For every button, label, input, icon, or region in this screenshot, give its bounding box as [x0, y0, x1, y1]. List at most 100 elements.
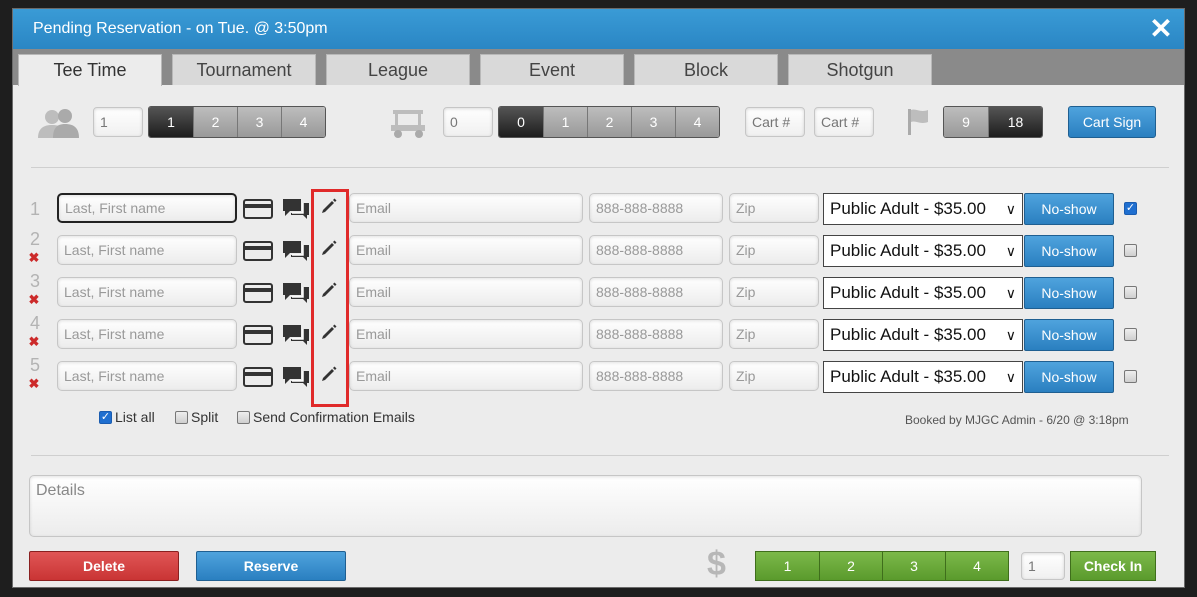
close-icon[interactable]: ✕ — [1146, 13, 1176, 45]
player-checkbox[interactable] — [1124, 328, 1137, 341]
edit-column-highlight — [311, 189, 349, 407]
players-1-button[interactable]: 1 — [149, 107, 193, 137]
tab-tournament[interactable]: Tournament — [172, 54, 316, 85]
split-option[interactable]: Split — [175, 409, 218, 425]
comments-icon[interactable] — [281, 239, 311, 263]
carts-4-button[interactable]: 4 — [675, 107, 719, 137]
split-checkbox[interactable] — [175, 410, 188, 424]
carts-1-button[interactable]: 1 — [543, 107, 587, 137]
player-name-input[interactable] — [57, 193, 237, 223]
player-name-input[interactable] — [57, 319, 237, 349]
tab-tee-time[interactable]: Tee Time — [18, 54, 162, 86]
phone-input[interactable] — [589, 277, 723, 307]
player-name-input[interactable] — [57, 235, 237, 265]
credit-card-icon[interactable] — [243, 367, 273, 387]
cart-sign-button[interactable]: Cart Sign — [1068, 106, 1156, 138]
send-emails-option[interactable]: Send Confirmation Emails — [237, 409, 415, 425]
phone-input[interactable] — [589, 319, 723, 349]
check-in-button[interactable]: Check In — [1070, 551, 1156, 581]
player-name-input[interactable] — [57, 277, 237, 307]
zip-input[interactable] — [729, 361, 819, 391]
dialog-title: Pending Reservation - on Tue. @ 3:50pm — [33, 20, 328, 37]
reserve-button[interactable]: Reserve — [196, 551, 346, 581]
tab-bar: Tee Time Tournament League Event Block S… — [13, 49, 1184, 86]
carts-0-button[interactable]: 0 — [499, 107, 543, 137]
dollar-icon: $ — [707, 545, 726, 583]
pay-3-button[interactable]: 3 — [882, 552, 945, 580]
no-show-button[interactable]: No-show — [1024, 361, 1114, 393]
players-2-button[interactable]: 2 — [193, 107, 237, 137]
email-input[interactable] — [349, 361, 583, 391]
holes-9-button[interactable]: 9 — [944, 107, 988, 137]
carts-2-button[interactable]: 2 — [587, 107, 631, 137]
zip-input[interactable] — [729, 319, 819, 349]
remove-player-icon[interactable]: ✖ — [27, 251, 41, 264]
comments-icon[interactable] — [281, 197, 311, 221]
player-checkbox[interactable]: ✓ — [1124, 202, 1137, 215]
phone-input[interactable] — [589, 193, 723, 223]
no-show-button[interactable]: No-show — [1024, 277, 1114, 309]
checkin-count-input[interactable] — [1021, 552, 1065, 580]
rate-select-value: Public Adult - $35.00 — [830, 325, 986, 344]
rate-select[interactable]: Public Adult - $35.00 ∨ — [823, 361, 1023, 393]
details-textarea[interactable] — [29, 475, 1142, 537]
zip-input[interactable] — [729, 277, 819, 307]
players-4-button[interactable]: 4 — [281, 107, 325, 137]
email-input[interactable] — [349, 277, 583, 307]
rate-select[interactable]: Public Adult - $35.00 ∨ — [823, 319, 1023, 351]
list-all-option[interactable]: ✓ List all — [99, 409, 155, 425]
list-all-checkbox[interactable]: ✓ — [99, 410, 112, 424]
tab-shotgun[interactable]: Shotgun — [788, 54, 932, 85]
email-input[interactable] — [349, 319, 583, 349]
credit-card-icon[interactable] — [243, 283, 273, 303]
player-checkbox[interactable] — [1124, 244, 1137, 257]
comments-icon[interactable] — [281, 281, 311, 305]
email-input[interactable] — [349, 193, 583, 223]
rate-select[interactable]: Public Adult - $35.00 ∨ — [823, 193, 1023, 225]
row-number: 5 — [29, 355, 40, 375]
no-show-button[interactable]: No-show — [1024, 235, 1114, 267]
divider — [31, 167, 1169, 168]
phone-input[interactable] — [589, 361, 723, 391]
remove-player-icon[interactable]: ✖ — [27, 377, 41, 390]
cart-number-1-input[interactable] — [745, 107, 805, 137]
remove-player-icon[interactable]: ✖ — [27, 293, 41, 306]
carts-3-button[interactable]: 3 — [631, 107, 675, 137]
reservation-dialog: Pending Reservation - on Tue. @ 3:50pm ✕… — [12, 8, 1185, 588]
chevron-down-icon: ∨ — [1005, 285, 1016, 301]
send-emails-checkbox[interactable] — [237, 410, 250, 424]
zip-input[interactable] — [729, 193, 819, 223]
tab-event[interactable]: Event — [480, 54, 624, 85]
comments-icon[interactable] — [281, 323, 311, 347]
pay-1-button[interactable]: 1 — [756, 552, 819, 580]
email-input[interactable] — [349, 235, 583, 265]
pay-4-button[interactable]: 4 — [945, 552, 1008, 580]
remove-player-icon[interactable]: ✖ — [27, 335, 41, 348]
rate-select[interactable]: Public Adult - $35.00 ∨ — [823, 277, 1023, 309]
booking-controls: 1 2 3 4 0 1 2 3 4 9 18 Cart Sign — [13, 105, 1184, 145]
players-3-button[interactable]: 3 — [237, 107, 281, 137]
no-show-button[interactable]: No-show — [1024, 193, 1114, 225]
split-label: Split — [191, 409, 219, 425]
credit-card-icon[interactable] — [243, 199, 273, 219]
credit-card-icon[interactable] — [243, 241, 273, 261]
phone-input[interactable] — [589, 235, 723, 265]
comments-icon[interactable] — [281, 365, 311, 389]
player-checkbox[interactable] — [1124, 286, 1137, 299]
rate-select[interactable]: Public Adult - $35.00 ∨ — [823, 235, 1023, 267]
tab-league[interactable]: League — [326, 54, 470, 85]
tab-block[interactable]: Block — [634, 54, 778, 85]
pay-2-button[interactable]: 2 — [819, 552, 882, 580]
holes-18-button[interactable]: 18 — [988, 107, 1042, 137]
cart-count-input[interactable] — [443, 107, 493, 137]
no-show-button[interactable]: No-show — [1024, 319, 1114, 351]
zip-input[interactable] — [729, 235, 819, 265]
player-name-input[interactable] — [57, 361, 237, 391]
player-count-input[interactable] — [93, 107, 143, 137]
credit-card-icon[interactable] — [243, 325, 273, 345]
rate-select-value: Public Adult - $35.00 — [830, 367, 986, 386]
player-row: 4 ✖ Public Adult - $35.00 ∨ No-show — [13, 313, 1184, 353]
delete-button[interactable]: Delete — [29, 551, 179, 581]
player-checkbox[interactable] — [1124, 370, 1137, 383]
cart-number-2-input[interactable] — [814, 107, 874, 137]
